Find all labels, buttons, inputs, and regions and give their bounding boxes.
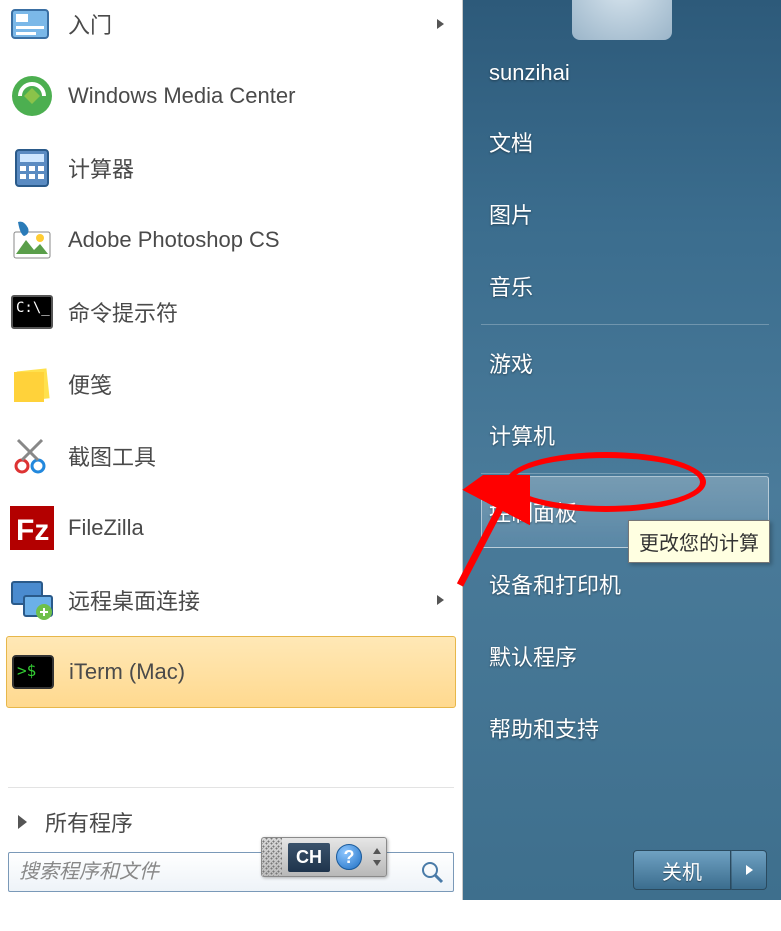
start-menu: UC浏览器 入门 Windows Media Center 计算器 [0,0,781,900]
program-label: Windows Media Center [68,83,295,109]
svg-text:C:\_: C:\_ [16,300,50,316]
photoshop-icon [10,218,54,262]
arrow-right-icon [18,815,27,829]
wmc-icon [10,74,54,118]
shutdown-label: 关机 [662,856,702,885]
search-wrap [0,852,462,900]
right-item-music[interactable]: 音乐 [481,250,769,322]
language-bar[interactable]: CH ? [261,837,387,877]
filezilla-icon: Fz [10,506,54,550]
chevron-right-icon [746,865,753,875]
program-label: 命令提示符 [68,296,178,328]
drag-handle-icon[interactable] [262,838,282,876]
program-item-sticky-notes[interactable]: 便笺 [6,348,456,420]
search-input[interactable] [8,852,454,892]
chevron-right-icon [437,19,444,29]
program-item-calculator[interactable]: 计算器 [6,132,456,204]
program-item-photoshop[interactable]: Adobe Photoshop CS [6,204,456,276]
tooltip: 更改您的计算 [628,520,770,563]
program-label: Adobe Photoshop CS [68,227,280,253]
separator [8,787,454,788]
snipping-tool-icon [10,434,54,478]
getting-started-icon [10,2,54,46]
shutdown-button[interactable]: 关机 [633,850,731,890]
program-item-wmc[interactable]: Windows Media Center [6,60,456,132]
right-item-username[interactable]: sunzihai [481,40,769,106]
all-programs-label: 所有程序 [45,806,133,838]
separator [481,473,769,474]
right-item-computer[interactable]: 计算机 [481,399,769,471]
all-programs-button[interactable]: 所有程序 [0,792,462,852]
svg-text:Fz: Fz [16,514,49,547]
rdp-icon [10,578,54,622]
help-icon[interactable]: ? [336,844,362,870]
start-menu-left-pane: UC浏览器 入门 Windows Media Center 计算器 [0,0,463,900]
shutdown-options-button[interactable] [731,850,767,890]
program-item-snipping-tool[interactable]: 截图工具 [6,420,456,492]
program-label: 计算器 [68,152,134,184]
sticky-notes-icon [10,362,54,406]
language-indicator[interactable]: CH [288,843,330,872]
program-list: UC浏览器 入门 Windows Media Center 计算器 [0,0,462,783]
program-label: 便笺 [68,368,112,400]
right-item-pictures[interactable]: 图片 [481,178,769,250]
cmd-icon: C:\_ [10,290,54,334]
program-label: FileZilla [68,515,144,541]
iterm-icon: >$ [11,650,55,694]
shutdown-bar: 关机 [633,850,767,890]
program-item-filezilla[interactable]: Fz FileZilla [6,492,456,564]
program-item-cmd[interactable]: C:\_ 命令提示符 [6,276,456,348]
start-menu-right-pane: sunzihai 文档 图片 音乐 游戏 计算机 控制面板 设备和打印机 默认程… [463,0,781,900]
svg-text:>$: >$ [17,661,36,680]
right-item-default-programs[interactable]: 默认程序 [481,620,769,692]
separator [481,324,769,325]
program-label: iTerm (Mac) [69,659,185,685]
right-item-documents[interactable]: 文档 [481,106,769,178]
user-avatar[interactable] [572,0,672,40]
calculator-icon [10,146,54,190]
chevron-right-icon [437,595,444,605]
program-item-iterm[interactable]: >$ iTerm (Mac) [6,636,456,708]
program-label: 入门 [68,8,112,40]
program-label: 截图工具 [68,440,156,472]
language-bar-options[interactable] [368,838,386,876]
search-icon [420,860,444,884]
program-label: 远程桌面连接 [68,584,200,616]
program-item-rdp[interactable]: 远程桌面连接 [6,564,456,636]
program-item-getting-started[interactable]: 入门 [6,0,456,60]
right-item-games[interactable]: 游戏 [481,327,769,399]
right-item-help-support[interactable]: 帮助和支持 [481,692,769,764]
